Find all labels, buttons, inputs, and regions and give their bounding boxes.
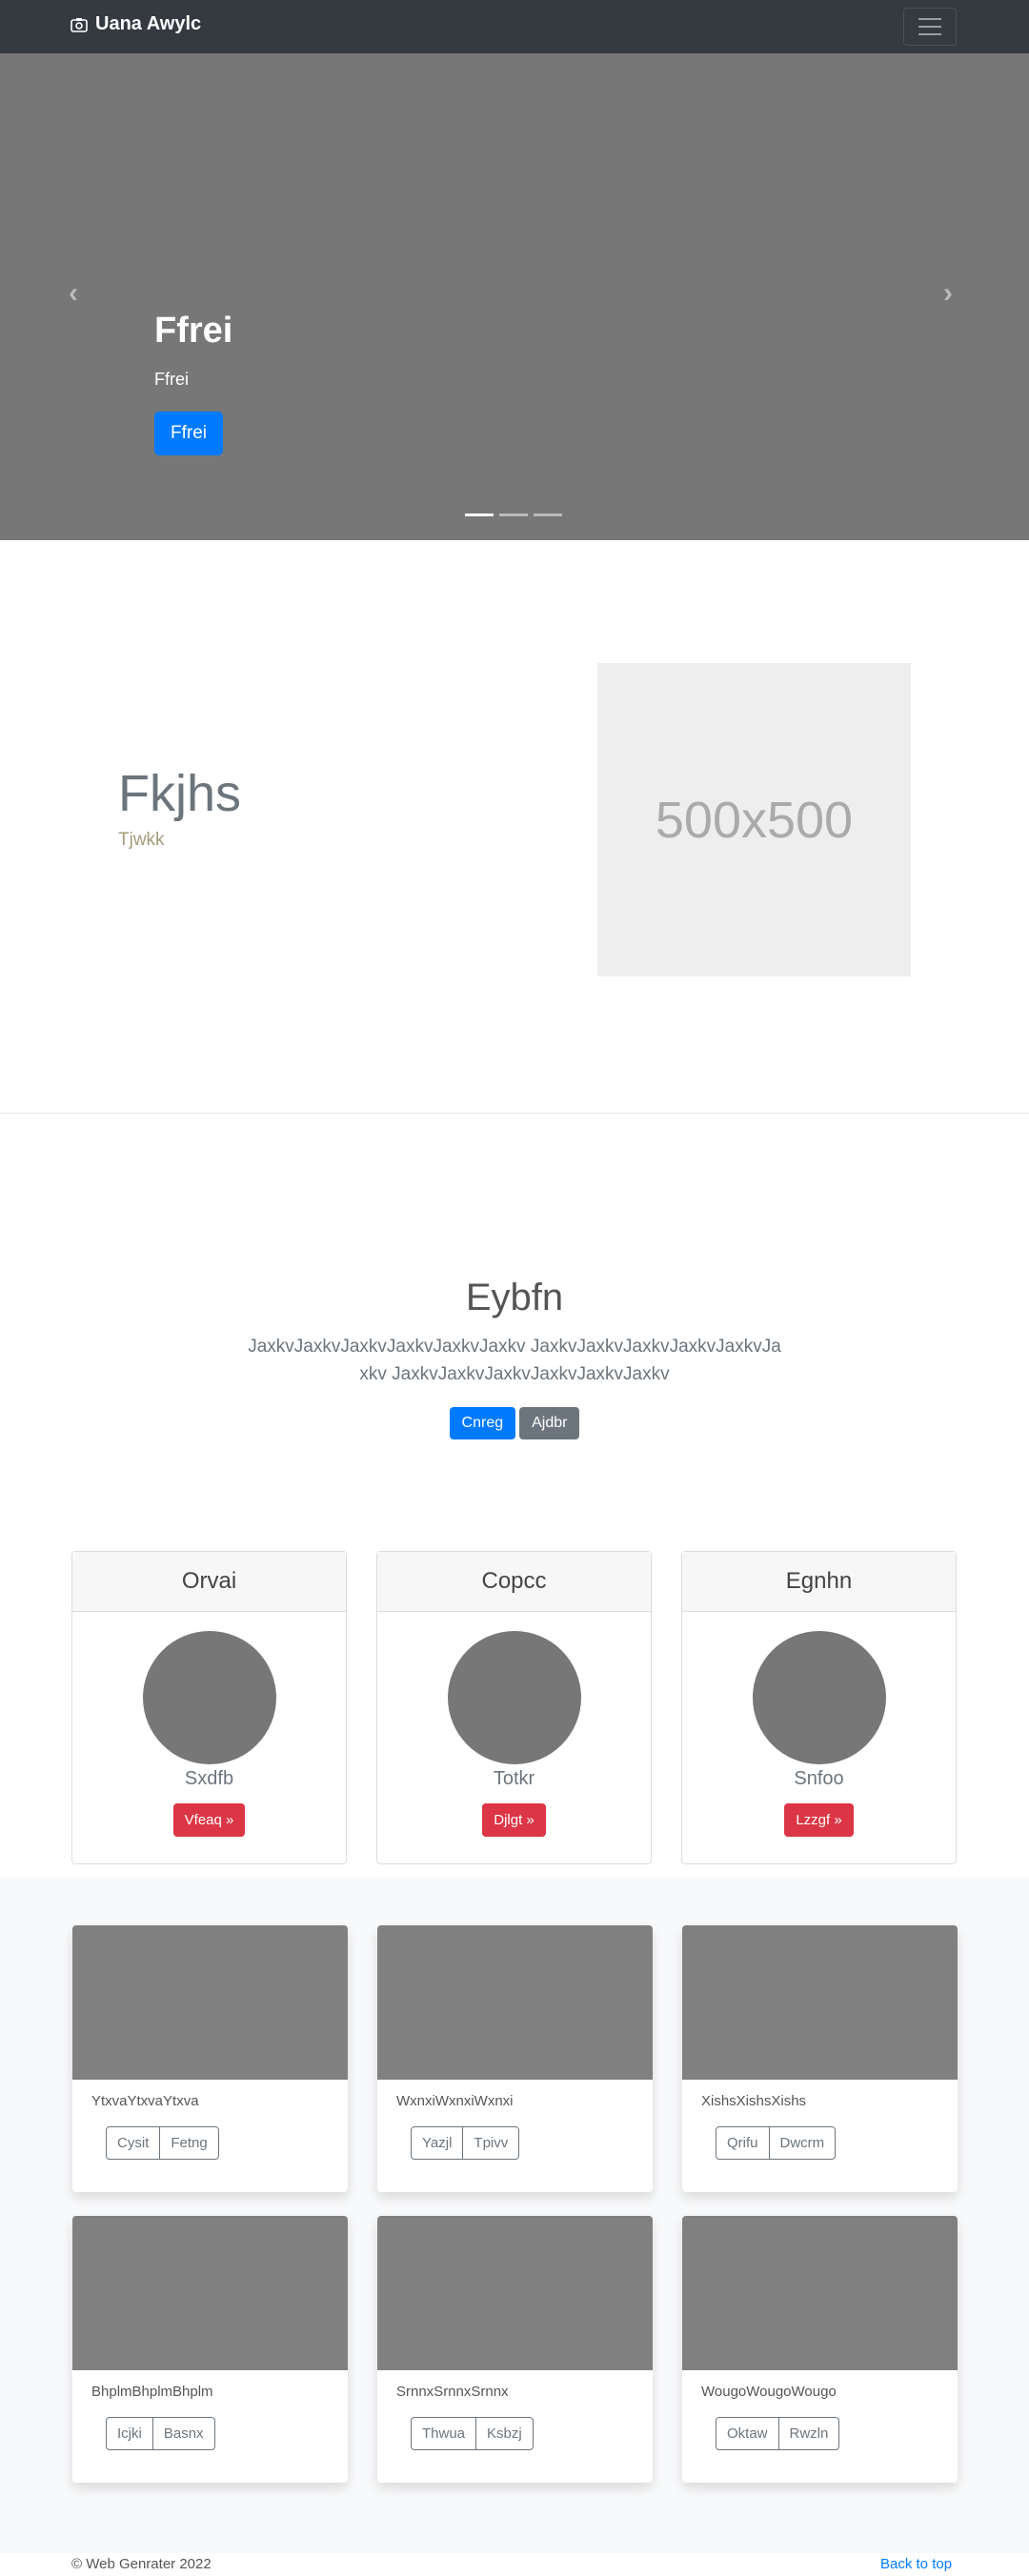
- card-button[interactable]: Thwua: [412, 2418, 475, 2449]
- album-card: YtxvaYtxvaYtxva Cysit Fetng: [72, 1925, 348, 2192]
- card-button[interactable]: Basnx: [151, 2418, 214, 2449]
- carousel-caption-title: Ffrei: [154, 311, 233, 351]
- profile-card-header: Orvai: [72, 1552, 346, 1612]
- avatar: [142, 1631, 276, 1764]
- profile-name: Snfoo: [794, 1768, 844, 1789]
- card-text: BhplmBhplmBhplm: [91, 2384, 213, 2400]
- card-image-placeholder: [72, 2216, 348, 2370]
- profile-button[interactable]: Vfeaq »: [172, 1803, 246, 1837]
- card-button[interactable]: Ksbzj: [475, 2418, 533, 2449]
- card-button[interactable]: Yazjl: [412, 2127, 462, 2159]
- card-text: SrnnxSrnnxSrnnx: [396, 2384, 509, 2400]
- card-text: XishsXishsXishs: [701, 2093, 807, 2109]
- card-button[interactable]: Fetng: [159, 2127, 217, 2159]
- featurette-image-placeholder: 500x500: [597, 663, 911, 976]
- card-image-placeholder: [682, 1925, 958, 2080]
- card-button[interactable]: Rwzln: [777, 2418, 839, 2449]
- hamburger-icon: [918, 18, 941, 20]
- card-button[interactable]: Dwcrm: [768, 2127, 836, 2159]
- profile-name: Sxdfb: [184, 1768, 234, 1789]
- footer-copyright: © Web Genrater 2022: [71, 2556, 212, 2572]
- navbar: Uana Awylc: [0, 0, 1029, 53]
- profile-card: Egnhn Snfoo Lzzgf »: [681, 1551, 957, 1864]
- album-card: XishsXishsXishs Qrifu Dwcrm: [682, 1925, 958, 2192]
- carousel-prev-icon[interactable]: ‹: [69, 277, 78, 310]
- carousel-caption-button[interactable]: Ffrei: [154, 412, 223, 455]
- card-image-placeholder: [682, 2216, 958, 2370]
- button-group: Cysit Fetng: [106, 2126, 219, 2160]
- profile-button[interactable]: Djlgt »: [482, 1803, 546, 1837]
- album-card: BhplmBhplmBhplm Icjki Basnx: [72, 2216, 348, 2483]
- navbar-toggler-button[interactable]: [903, 8, 957, 46]
- card-image-placeholder: [377, 2216, 653, 2370]
- card-text: WxnxiWxnxiWxnxi: [396, 2093, 514, 2109]
- featurette-section: Fkjhs Tjwkk 500x500: [0, 540, 1029, 1114]
- card-text: WougoWougoWougo: [701, 2384, 837, 2400]
- carousel-indicator[interactable]: [499, 513, 528, 516]
- button-group: Qrifu Dwcrm: [716, 2126, 837, 2160]
- avatar: [752, 1631, 886, 1764]
- intro-heading: Eybfn: [465, 1277, 564, 1318]
- featurette-subheading: Tjwkk: [118, 830, 165, 850]
- avatar: [447, 1631, 581, 1764]
- card-text: YtxvaYtxvaYtxva: [91, 2093, 199, 2109]
- profile-button[interactable]: Lzzgf »: [784, 1803, 854, 1837]
- intro-lead: JaxkvJaxkvJaxkvJaxkvJaxkvJaxkv JaxkvJaxk…: [248, 1337, 781, 1384]
- back-to-top-link[interactable]: Back to top: [880, 2556, 952, 2572]
- brand-link[interactable]: Uana Awylc: [71, 13, 201, 35]
- button-group: Thwua Ksbzj: [411, 2417, 534, 2450]
- card-button[interactable]: Oktaw: [716, 2418, 778, 2449]
- primary-button[interactable]: Cnreg: [449, 1407, 516, 1439]
- card-image-placeholder: [72, 1925, 348, 2080]
- carousel-caption-text: Ffrei: [154, 370, 189, 389]
- card-image-placeholder: [377, 1925, 653, 2080]
- card-button[interactable]: Qrifu: [716, 2127, 769, 2159]
- profile-card: Copcc Totkr Djlgt »: [376, 1551, 652, 1864]
- profile-card-header: Copcc: [377, 1552, 651, 1612]
- carousel-next-icon[interactable]: ›: [943, 277, 953, 310]
- card-button[interactable]: Icjki: [107, 2418, 152, 2449]
- button-group: Oktaw Rwzln: [716, 2417, 840, 2450]
- camera-icon: [71, 17, 88, 32]
- album-card: WxnxiWxnxiWxnxi Yazjl Tpivv: [377, 1925, 653, 2192]
- featurette-heading: Fkjhs: [118, 765, 242, 822]
- secondary-button[interactable]: Ajdbr: [519, 1407, 580, 1439]
- card-button[interactable]: Tpivv: [462, 2127, 518, 2159]
- profile-name: Totkr: [493, 1768, 535, 1789]
- button-group: Icjki Basnx: [106, 2417, 215, 2450]
- brand-name: Uana Awylc: [95, 13, 202, 34]
- carousel-indicator[interactable]: [465, 513, 494, 516]
- button-group: Yazjl Tpivv: [411, 2126, 520, 2160]
- album-card: WougoWougoWougo Oktaw Rwzln: [682, 2216, 958, 2483]
- profile-card-header: Egnhn: [682, 1552, 956, 1612]
- profile-card: Orvai Sxdfb Vfeaq »: [71, 1551, 347, 1864]
- carousel-indicator[interactable]: [534, 513, 562, 516]
- intro-section: Eybfn JaxkvJaxkvJaxkvJaxkvJaxkvJaxkv Jax…: [0, 1277, 1029, 1439]
- card-button[interactable]: Cysit: [107, 2127, 159, 2159]
- carousel: ‹ › Ffrei Ffrei Ffrei: [0, 53, 1029, 540]
- album-card: SrnnxSrnnxSrnnx Thwua Ksbzj: [377, 2216, 653, 2483]
